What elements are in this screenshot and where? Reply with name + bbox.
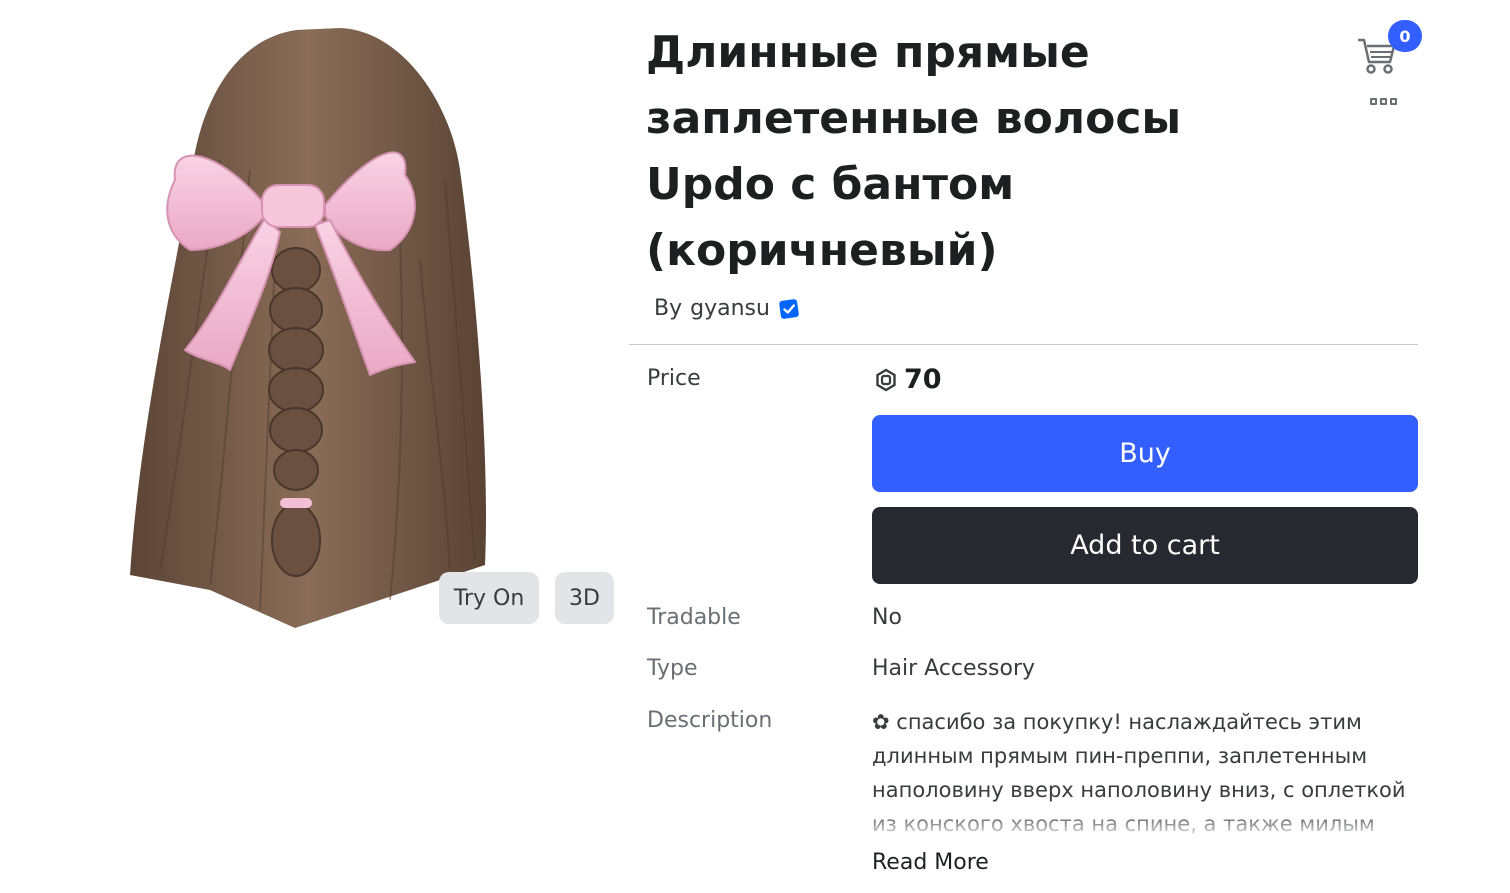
creator-prefix: By bbox=[654, 296, 683, 321]
try-on-button[interactable]: Try On bbox=[439, 572, 539, 624]
view-3d-button[interactable]: 3D bbox=[555, 572, 614, 624]
read-more-link[interactable]: Read More bbox=[872, 850, 989, 875]
item-thumbnail-container: Try On 3D bbox=[100, 0, 620, 650]
creator-link[interactable]: gyansu bbox=[690, 296, 770, 321]
buy-button[interactable]: Buy bbox=[872, 415, 1418, 492]
item-title: Длинные прямые заплетенные волосы Updo с… bbox=[646, 27, 1182, 276]
add-to-cart-button[interactable]: Add to cart bbox=[872, 507, 1418, 584]
divider bbox=[629, 344, 1418, 345]
more-options-icon[interactable] bbox=[1370, 94, 1400, 108]
hair-tie bbox=[280, 498, 312, 508]
price-amount: 70 bbox=[904, 364, 942, 395]
verified-badge-icon bbox=[778, 298, 800, 320]
cart-count-badge: 0 bbox=[1388, 20, 1422, 52]
tradable-label: Tradable bbox=[647, 605, 741, 630]
type-value: Hair Accessory bbox=[872, 656, 1036, 681]
description-label: Description bbox=[647, 708, 773, 733]
robux-icon bbox=[876, 368, 896, 391]
hair-thumbnail-image bbox=[130, 28, 486, 628]
item-details-page: Try On 3D Длинные прямые заплетенные вол… bbox=[0, 0, 1510, 893]
description-fade bbox=[872, 810, 1418, 840]
price-label: Price bbox=[647, 366, 701, 391]
creator-line: By gyansu bbox=[654, 296, 800, 321]
tradable-value: No bbox=[872, 605, 902, 630]
type-label: Type bbox=[647, 656, 698, 681]
price-value: 70 bbox=[874, 364, 942, 395]
